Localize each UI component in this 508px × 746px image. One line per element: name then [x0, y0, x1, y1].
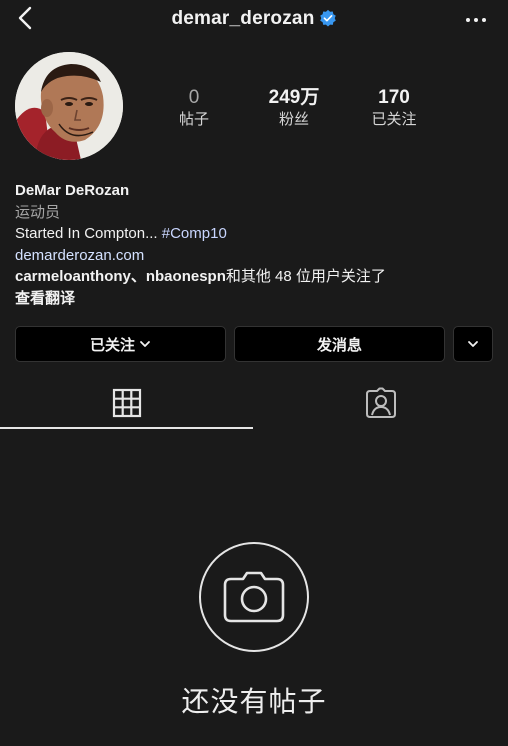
message-button-label: 发消息	[316, 336, 362, 354]
category-label: 运动员	[15, 203, 61, 221]
profile-avatar[interactable]	[15, 52, 123, 160]
followers-label: 粉丝	[278, 111, 309, 128]
empty-posts-icon-circle	[199, 542, 309, 652]
message-button[interactable]: 发消息	[234, 326, 445, 362]
suggested-accounts-button[interactable]	[453, 326, 493, 362]
verified-badge-icon	[319, 9, 336, 27]
avatar-illustration	[15, 52, 123, 160]
grid-icon	[112, 388, 142, 418]
active-tab-indicator	[0, 427, 253, 429]
chevron-down-icon	[468, 341, 478, 347]
followed-by-suffix: 和其他 48 位用户关注了	[225, 268, 386, 285]
followed-by-line[interactable]: carmeloanthony、nbaonespn和其他 48 位用户关注了	[15, 266, 495, 288]
see-translation-link[interactable]: 查看翻译	[15, 288, 495, 310]
camera-icon	[223, 571, 285, 623]
website-link[interactable]: demarderozan.com	[15, 245, 495, 267]
profile-username-title: demar_derozan	[0, 8, 508, 30]
followers-count: 249万	[268, 87, 320, 108]
chevron-down-icon	[140, 341, 150, 347]
hashtag-link[interactable]: #Comp10	[162, 225, 227, 242]
empty-posts-message: 还没有帖子	[181, 686, 327, 717]
tab-tagged[interactable]	[254, 378, 508, 428]
followed-by-users[interactable]: carmeloanthony、nbaonespn	[15, 268, 226, 285]
profile-tabs	[0, 378, 508, 430]
posts-stat[interactable]: 0 帖子	[149, 86, 239, 130]
following-stat[interactable]: 170 已关注	[349, 86, 439, 130]
ellipsis-icon	[466, 18, 486, 22]
tagged-person-icon	[366, 387, 396, 418]
posts-label: 帖子	[178, 111, 209, 128]
top-bar: demar_derozan	[0, 0, 508, 42]
more-options-button[interactable]	[464, 8, 488, 32]
bio-text-line: Started In Compton... #Comp10	[15, 223, 495, 245]
bio-text: Started In Compton...	[15, 225, 162, 242]
following-button[interactable]: 已关注	[15, 326, 226, 362]
following-count: 170	[378, 87, 410, 108]
bio-section: DeMar DeRozan 运动员 Started In Compton... …	[15, 180, 495, 309]
posts-count: 0	[188, 87, 200, 108]
display-name: DeMar DeRozan	[15, 182, 130, 199]
following-label: 已关注	[371, 111, 417, 128]
following-button-label: 已关注	[89, 336, 135, 354]
tab-posts-grid[interactable]	[0, 378, 254, 428]
profile-page: demar_derozan 0 帖子 249万 粉丝 170 已关注 DeMar…	[0, 0, 508, 746]
username: demar_derozan	[171, 8, 315, 29]
followers-stat[interactable]: 249万 粉丝	[249, 86, 339, 130]
